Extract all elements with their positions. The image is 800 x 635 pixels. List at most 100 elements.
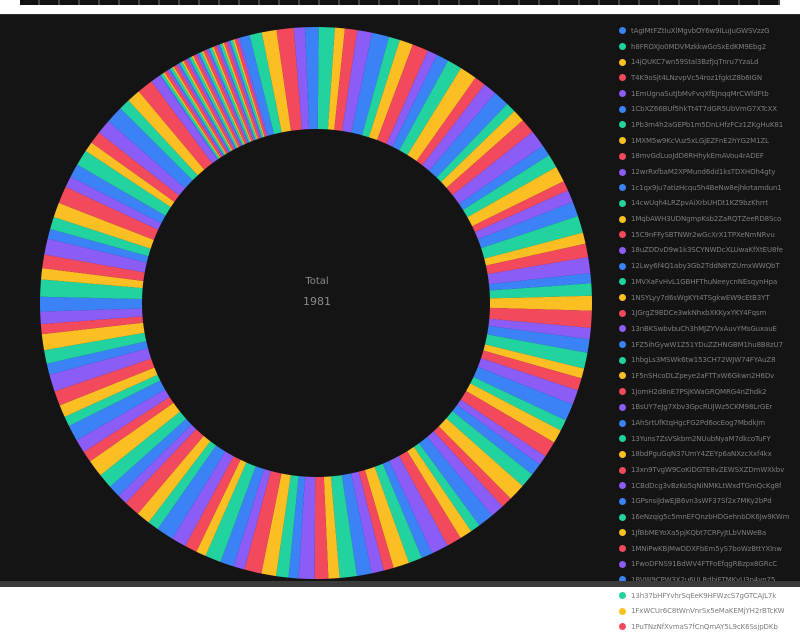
legend-swatch (619, 74, 626, 82)
legend-swatch (619, 497, 626, 505)
legend-swatch (619, 592, 626, 600)
legend-label: 1GPsnsiJdwEJB6vn3sWF37Sf2x7MKy2bPd (631, 497, 772, 506)
legend-item[interactable]: 1MqbAWH3UDNgmpKsb2ZaRQTZeeRD8Sco (619, 211, 795, 227)
window-top-strip (0, 0, 800, 14)
legend-item[interactable]: 16eNzqig5c5mnEFQnzbHDGehnbDK6Jw9KWm (619, 509, 795, 525)
legend-label: 1AhSrtUfKtqHgcFG2Pd6ocEog7Mbdkjm (631, 419, 765, 428)
legend-swatch (619, 152, 626, 160)
legend-label: 1JomH2d8nE7PSjKWaGRQMRG4nZhdk2 (631, 387, 767, 396)
legend-swatch (619, 184, 626, 192)
legend-item[interactable]: 1c1qx9ju7atizHcqu5h4BeNw8ejhkrtamdun1 (619, 180, 795, 196)
legend-swatch (619, 466, 626, 474)
legend-label: 18bdPguGqN37UmY4ZEYp6aNXzcXxf4kx (631, 450, 772, 459)
legend-swatch (619, 137, 626, 145)
legend-item[interactable]: 1hbgLs3MSWk6tw153CH72WJW74FYAuZ8 (619, 352, 795, 368)
legend-item[interactable]: 1GPsnsiJdwEJB6vn3sWF37Sf2x7MKy2bPd (619, 494, 795, 510)
legend-item[interactable]: 12wrRxfbaM2XPMund6dd1ksTDXHOh4gty (619, 164, 795, 180)
legend-item[interactable]: 18bdPguGqN37UmY4ZEYp6aNXzcXxf4kx (619, 447, 795, 463)
legend-label: T4K9oSjt4LNzvpVc54roz1fgktZ8b6IGN (631, 73, 762, 82)
legend-item[interactable]: 1MNiPwKBjMwDDXFbEm5yS7boWzBttYXlnw (619, 541, 795, 557)
legend-item[interactable]: 12Lwy6f4Q1aby3Gb2TddN8YZUmxWWQbT (619, 258, 795, 274)
legend-swatch (619, 450, 626, 458)
legend-item[interactable]: 13Yuns7ZsVSkbm2NUubNyaM7dkcoTuFY (619, 431, 795, 447)
legend-item[interactable]: 1FZ5ihGywW1Z51YDuZZHNGBM1hu8B8zU7 (619, 337, 795, 353)
legend-label: 1FxWCUr6C8tWnVnrSx5eMaKEMjYH2rBTcKW (631, 607, 785, 616)
legend-swatch (619, 403, 626, 411)
legend-label: 1BsUY7eJg7Xbv3GpcRUJWz5CKM98LrGEr (631, 403, 773, 412)
legend-item[interactable]: 14jQUKC7wn59Stal3BzfJqTnru7YzaLd (619, 54, 795, 70)
legend-item[interactable]: 1MVXaFvHvL1GBHFThuNeeycnNEsqynHpa (619, 274, 795, 290)
legend-swatch (619, 168, 626, 176)
legend-label: 1CBdDcg3vBzKo5qNiNMKLtWxdTGmQcKg8f (631, 481, 782, 490)
chart-panel: Total 1981 tAgIMtFZtIuXlMgvbOY6w9ILuJuGW… (0, 14, 800, 631)
legend-label: 1FZ5ihGywW1Z51YDuZZHNGBM1hu8B8zU7 (631, 340, 783, 349)
legend-swatch (619, 294, 626, 302)
legend-label: 1Pb3m4h2aGEPb1m5DnLHfzFCz1ZKgHuK81 (631, 120, 784, 129)
bottom-scrollbar[interactable] (0, 581, 800, 587)
legend-label: 13h37bHFYvhrSqEeK9HFWzcS7gGTCAJL7k (631, 591, 777, 600)
legend-label: 16eNzqig5c5mnEFQnzbHDGehnbDK6Jw9KWm (631, 513, 790, 522)
legend-item[interactable]: 13xn9TvgW9CoKiDGTE8vZEWSXZDmWXkbv (619, 462, 795, 478)
legend-item[interactable]: 13h37bHFYvhrSqEeK9HFWzcS7gGTCAJL7k (619, 588, 795, 604)
legend-label: 1hbgLs3MSWk6tw153CH72WJW74FYAuZ8 (631, 356, 776, 365)
legend-swatch (619, 560, 626, 568)
chart-legend: tAgIMtFZtIuXlMgvbOY6w9ILuJuGWSVzzG h8FROX… (619, 23, 795, 635)
legend-item[interactable]: 1FxWCUr6C8tWnVnrSx5eMaKEMjYH2rBTcKW (619, 603, 795, 619)
legend-label: 13nBKSwbvbuCh3hMJZYVxAuvYMsGuxauE (631, 324, 777, 333)
legend-swatch (619, 105, 626, 113)
legend-label: 15C9nFFySBTNWr2wGcXrX1TPXeNmNRvu (631, 230, 775, 239)
legend-item[interactable]: 1Pb3m4h2aGEPb1m5DnLHfzFCz1ZKgHuK81 (619, 117, 795, 133)
legend-item[interactable]: 13nBKSwbvbuCh3hMJZYVxAuvYMsGuxauE (619, 321, 795, 337)
legend-swatch (619, 262, 626, 270)
legend-item[interactable]: 1F5nSHcoDLZpeye2aFTTxW6Gkwn2H6Dv (619, 368, 795, 384)
legend-label: 14jQUKC7wn59Stal3BzfJqTnru7YzaLd (631, 58, 759, 67)
legend-item[interactable]: 1CbXZ66BUf5hkTt4T7dGR5UbVmG7XTcXX (619, 101, 795, 117)
legend-item[interactable]: T4K9oSjt4LNzvpVc54roz1fgktZ8b6IGN (619, 70, 795, 86)
legend-item[interactable]: 1CBdDcg3vBzKo5qNiNMKLtWxdTGmQcKg8f (619, 478, 795, 494)
legend-swatch (619, 215, 626, 223)
legend-swatch (619, 309, 626, 317)
legend-label: 14cwUqh4LRZpvAiXrbUHDt1KZ9bzKhrrt (631, 199, 768, 208)
legend-item[interactable]: 15C9nFFySBTNWr2wGcXrX1TPXeNmNRvu (619, 227, 795, 243)
legend-label: 1MVXaFvHvL1GBHFThuNeeycnNEsqynHpa (631, 277, 778, 286)
legend-item[interactable]: 1JomH2d8nE7PSjKWaGRQMRG4nZhdk2 (619, 384, 795, 400)
legend-item[interactable]: 18uZDDvD9w1k3SCYNWDcXLUwaKfXtEU8fe (619, 243, 795, 259)
legend-swatch (619, 278, 626, 286)
legend-swatch (619, 513, 626, 521)
legend-label: 1PuTNzNfXvmaS7fCnQmAY5L9cK6SsjpDKb (631, 622, 778, 631)
center-total-value: 1981 (303, 295, 331, 308)
legend-item[interactable]: tAgIMtFZtIuXlMgvbOY6w9ILuJuGWSVzzG (619, 23, 795, 39)
legend-swatch (619, 482, 626, 490)
legend-swatch (619, 435, 626, 443)
legend-label: 1MXM5w9KcVuz5xLGjEZFnE2hYG2M1ZL (631, 136, 769, 145)
legend-swatch (619, 58, 626, 66)
legend-label: 12Lwy6f4Q1aby3Gb2TddN8YZUmxWWQbT (631, 262, 780, 271)
legend-item[interactable]: 1PuTNzNfXvmaS7fCnQmAY5L9cK6SsjpDKb (619, 619, 795, 635)
legend-item[interactable]: h8FROXJo0MDVMzkkwGoSxEdKM9Ebg2 (619, 39, 795, 55)
legend-item[interactable]: 1FwoDFNS91BdWV4FTFoEfqgRBzpx8GRcC (619, 556, 795, 572)
legend-item[interactable]: 1EmUgnaSutJbMvFvqXfEJnqqMrCWfdFtb (619, 86, 795, 102)
toolbar-strip (20, 0, 780, 5)
legend-label: 18uZDDvD9w1k3SCYNWDcXLUwaKfXtEU8fe (631, 246, 783, 255)
legend-swatch (619, 623, 626, 631)
legend-label: 1EmUgnaSutJbMvFvqXfEJnqqMrCWfdFtb (631, 89, 769, 98)
legend-item[interactable]: 1MXM5w9KcVuz5xLGjEZFnE2hYG2M1ZL (619, 133, 795, 149)
legend-swatch (619, 341, 626, 349)
legend-swatch (619, 372, 626, 380)
legend-label: tAgIMtFZtIuXlMgvbOY6w9ILuJuGWSVzzG (631, 26, 770, 35)
legend-swatch (619, 529, 626, 537)
legend-item[interactable]: 1BsUY7eJg7Xbv3GpcRUJWz5CKM98LrGEr (619, 400, 795, 416)
legend-swatch (619, 356, 626, 364)
legend-label: 13Yuns7ZsVSkbm2NUubNyaM7dkcoTuFY (631, 434, 771, 443)
legend-label: h8FROXJo0MDVMzkkwGoSxEdKM9Ebg2 (631, 42, 767, 51)
legend-item[interactable]: 14cwUqh4LRZpvAiXrbUHDt1KZ9bzKhrrt (619, 196, 795, 212)
legend-label: 1CbXZ66BUf5hkTt4T7dGR5UbVmG7XTcXX (631, 105, 777, 114)
legend-item[interactable]: 1JGrgZ9BDCe3wkNhxbXKKyxYKY4Fqsm (619, 305, 795, 321)
legend-item[interactable]: 18mvGdLuoJdD8RHhykEmAVou4rADEF (619, 149, 795, 165)
legend-item[interactable]: 1AhSrtUfKtqHgcFG2Pd6ocEog7Mbdkjm (619, 415, 795, 431)
legend-swatch (619, 199, 626, 207)
legend-item[interactable]: 1JfBbMEYoXa5pjKQbt7CRFyJtLbVNWeBa (619, 525, 795, 541)
legend-label: 1MqbAWH3UDNgmpKsb2ZaRQTZeeRD8Sco (631, 215, 782, 224)
legend-item[interactable]: 1NSYLyy7d6sWgKYt4TSgkwEW9cEtB3YT (619, 290, 795, 306)
center-total-label: Total (305, 276, 329, 287)
